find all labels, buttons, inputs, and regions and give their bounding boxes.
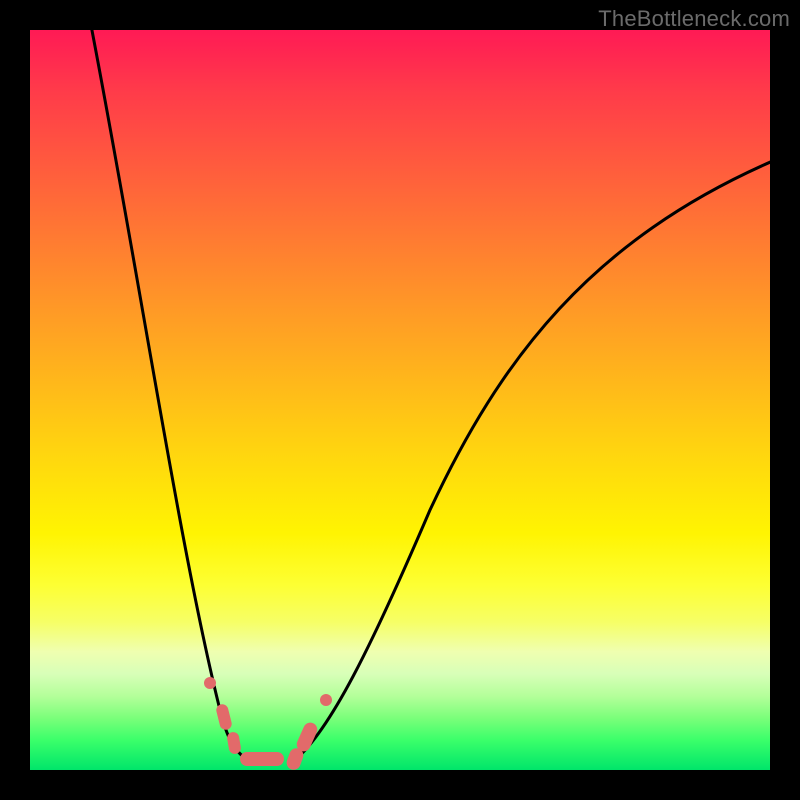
right-curve [295, 160, 770, 760]
marker-pill [226, 731, 242, 755]
curves-layer [30, 30, 770, 770]
gradient-plot-area [30, 30, 770, 770]
marker-dot [320, 694, 332, 706]
left-curve [90, 30, 245, 758]
chart-frame: TheBottleneck.com [0, 0, 800, 800]
watermark-text: TheBottleneck.com [598, 6, 790, 32]
marker-dot [204, 677, 216, 689]
marker-group [204, 677, 332, 770]
marker-pill [215, 703, 233, 731]
marker-pill [240, 752, 284, 766]
